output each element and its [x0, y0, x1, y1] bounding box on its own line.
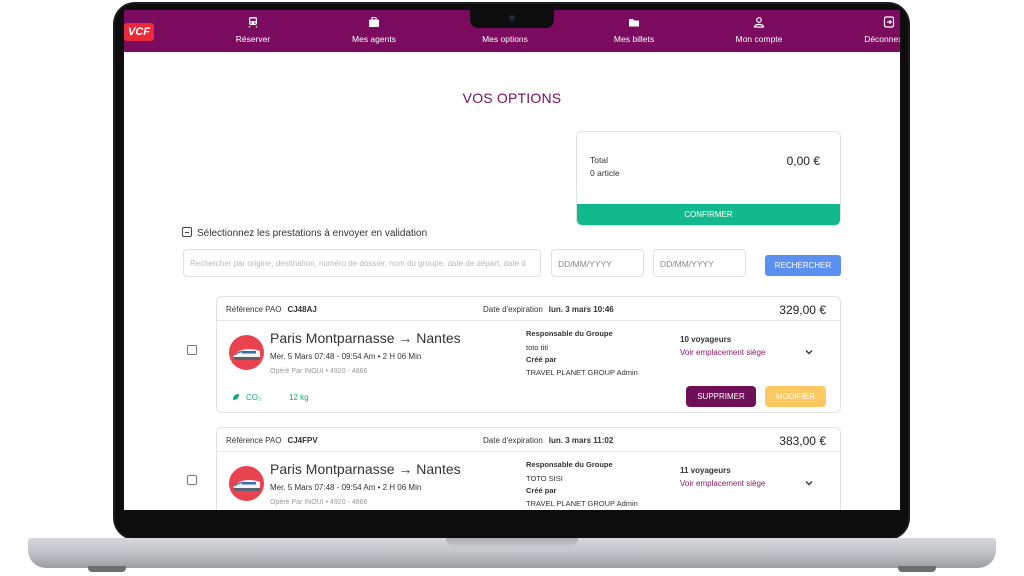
modify-button[interactable]: MODIFIER: [765, 386, 826, 407]
date-to-input[interactable]: DD/MM/YYYY: [653, 249, 746, 277]
nav-item-mon-compte[interactable]: Mon compte: [714, 14, 804, 50]
laptop-foot: [898, 566, 936, 572]
co2-label: CO₂: [246, 393, 262, 402]
leaf-icon: [233, 394, 239, 400]
total-label: Total: [590, 155, 608, 165]
logout-icon: [883, 16, 895, 28]
laptop-mockup: VCF Réserver Mes agents Mes options Mes …: [0, 0, 1024, 576]
pao-reference: Référence PAO CJ4FPV: [226, 436, 318, 445]
confirm-button[interactable]: CONFIRMER: [577, 204, 840, 225]
nav-label: Mon compte: [735, 34, 783, 44]
user-icon: [753, 17, 765, 28]
brand-logo[interactable]: VCF: [124, 23, 154, 41]
traveler-count: 11 voyageurs: [680, 466, 731, 475]
minus-checkbox-icon[interactable]: [182, 227, 192, 237]
tgv-train-icon: [229, 466, 264, 501]
trip-route: Paris Montparnasse → Nantes: [270, 330, 461, 346]
nav-label: Mes billets: [613, 34, 655, 44]
search-button[interactable]: RECHERCHER: [765, 255, 841, 276]
article-count: 0 article: [590, 168, 620, 178]
seat-location-link[interactable]: Voir emplacement siège: [680, 479, 765, 488]
nav-item-mes-agents[interactable]: Mes agents: [329, 14, 419, 50]
app-screen: VCF Réserver Mes agents Mes options Mes …: [124, 10, 900, 510]
expiration-date: Date d'expiration lun. 3 mars 10:46: [483, 305, 614, 314]
select-label: Sélectionnez les prestations à envoyer e…: [197, 228, 428, 239]
order-summary-card: Total 0 article 0,00 € CONFIRMER: [576, 131, 841, 226]
expiration-date: Date d'expiration lun. 3 mars 11:02: [483, 436, 614, 445]
nav-label: Mes agents: [352, 34, 396, 44]
group-manager-name: TOTO SISI: [526, 474, 563, 483]
delete-button[interactable]: SUPPRIMER: [686, 386, 756, 407]
traveler-count: 10 voyageurs: [680, 335, 732, 344]
reservation-price: 329,00 €: [779, 303, 826, 317]
chevron-down-icon[interactable]: [804, 478, 814, 488]
co2-indicator: CO₂: [232, 393, 261, 402]
nav-item-mes-billets[interactable]: Mes billets: [589, 14, 679, 50]
page-title: VOS OPTIONS: [462, 90, 562, 106]
reservation-price: 383,00 €: [779, 434, 826, 448]
trip-operator: Opéré Par INOUI • 4920 - 4866: [270, 368, 368, 375]
date-from-input[interactable]: DD/MM/YYYY: [551, 249, 644, 277]
co2-value: 12 kg: [289, 393, 309, 402]
created-by-name: TRAVEL PLANET GROUP Admin: [526, 368, 638, 377]
search-input[interactable]: Rechercher par origine, destination, num…: [183, 249, 541, 277]
created-by-label: Créé par: [526, 486, 557, 495]
reservation-header: Référence PAO CJ48AJ Date d'expiration lun…: [217, 297, 840, 321]
seat-location-link[interactable]: Voir emplacement siège: [680, 348, 765, 357]
nav-label: Déconnexion: [864, 34, 900, 44]
reservation-card: Référence PAO CJ48AJ Date d'expiration lun…: [216, 296, 841, 413]
group-manager-name: toto titi: [526, 343, 549, 352]
pao-reference: Référence PAO CJ48AJ: [226, 305, 317, 314]
reservation-header: Référence PAO CJ4FPV Date d'expiration lun…: [217, 428, 840, 452]
trip-times: Mer. 5 Mars 07:48 - 09:54 Am • 2 H 06 Mi…: [270, 483, 422, 492]
trip-times: Mer. 5 Mars 07:48 - 09:54 Am • 2 H 06 Mi…: [270, 352, 422, 361]
trip-route: Paris Montparnasse → Nantes: [270, 461, 461, 477]
briefcase-icon: [369, 17, 379, 27]
created-by-name: TRAVEL PLANET GROUP Admin: [526, 499, 638, 508]
train-icon: [248, 17, 258, 28]
camera-notch: [470, 10, 554, 28]
group-manager-label: Responsable du Groupe: [526, 460, 613, 469]
chevron-down-icon[interactable]: [804, 347, 814, 357]
nav-label: Réserver: [235, 34, 271, 44]
nav-item-deconnexion[interactable]: Déconnexion: [844, 14, 900, 50]
select-all-toggle[interactable]: Sélectionnez les prestations à envoyer e…: [182, 227, 427, 239]
trip-operator: Opéré Par INOUI • 4920 - 4866: [270, 499, 368, 506]
laptop-foot: [88, 566, 126, 572]
camera-icon: [509, 15, 515, 21]
nav-label: Mes options: [482, 34, 528, 44]
nav-item-reserver[interactable]: Réserver: [208, 14, 298, 50]
reservation-card: Référence PAO CJ4FPV Date d'expiration lun…: [216, 427, 841, 510]
folder-icon: [629, 19, 639, 27]
laptop-base: [28, 538, 996, 568]
reservation-checkbox[interactable]: [187, 475, 197, 485]
tgv-train-icon: [229, 335, 264, 370]
total-amount: 0,00 €: [786, 154, 820, 168]
reservation-checkbox[interactable]: [187, 345, 197, 355]
group-manager-label: Responsable du Groupe: [526, 329, 613, 338]
created-by-label: Créé par: [526, 355, 557, 364]
